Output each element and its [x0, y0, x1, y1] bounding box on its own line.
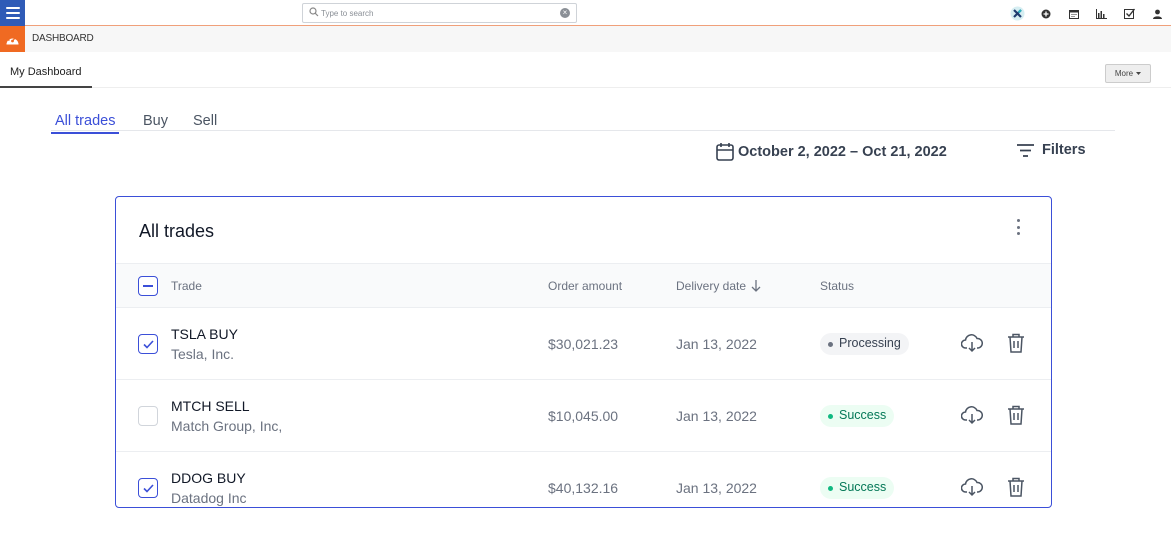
trade-tabs: All trades Buy Sell — [51, 113, 1115, 134]
delivery-date: Jan 13, 2022 — [676, 336, 757, 352]
order-amount: $10,045.00 — [548, 408, 619, 424]
trade-name: MTCH SELL — [171, 398, 250, 414]
filters-label: Filters — [1042, 142, 1086, 158]
tab-all-trades[interactable]: All trades — [51, 113, 120, 134]
order-amount: $30,021.23 — [548, 336, 619, 352]
trade-name: TSLA BUY — [171, 326, 238, 342]
status-badge: Success — [820, 477, 895, 499]
column-delivery-date-label: Delivery date — [676, 279, 747, 293]
tab-sell[interactable]: Sell — [193, 113, 217, 134]
arrow-down-icon — [751, 280, 761, 292]
table-header: Trade Order amount Delivery date Status — [116, 263, 1051, 308]
column-status: Status — [820, 279, 855, 293]
trades-card: All trades Trade Order amount Delivery d… — [115, 196, 1052, 508]
order-amount: $40,132.16 — [548, 480, 619, 496]
download-icon[interactable] — [961, 404, 983, 426]
download-icon[interactable] — [961, 332, 983, 354]
date-range-picker[interactable]: October 2, 2022 – Oct 21, 2022 — [716, 142, 947, 161]
more-label: More — [1114, 69, 1134, 78]
tab-my-dashboard[interactable]: My Dashboard — [0, 52, 92, 88]
card-title: All trades — [139, 221, 215, 241]
column-delivery-date[interactable]: Delivery date — [676, 279, 761, 293]
search-icon — [309, 7, 319, 17]
date-range-label: October 2, 2022 – Oct 21, 2022 — [738, 143, 947, 160]
table-row[interactable]: MTCH SELL Match Group, Inc, $10,045.00 J… — [116, 380, 1051, 452]
column-order-amount: Order amount — [548, 279, 623, 293]
select-all-checkbox[interactable] — [138, 276, 158, 296]
search-box[interactable]: × — [302, 3, 577, 23]
more-button[interactable]: More — [1105, 64, 1151, 83]
more-options-icon[interactable] — [1015, 219, 1021, 235]
table-row[interactable]: DDOG BUY Datadog Inc $40,132.16 Jan 13, … — [116, 452, 1051, 507]
row-checkbox[interactable] — [138, 406, 158, 426]
app-x-icon[interactable] — [1010, 6, 1025, 21]
calendar-icon — [716, 143, 734, 161]
status-badge: Processing — [820, 333, 909, 355]
row-checkbox[interactable] — [138, 334, 158, 354]
delivery-date: Jan 13, 2022 — [676, 480, 757, 496]
trade-name: DDOG BUY — [171, 470, 246, 486]
row-checkbox[interactable] — [138, 478, 158, 498]
status-badge: Success — [820, 405, 895, 427]
download-icon[interactable] — [961, 476, 983, 498]
delete-icon[interactable] — [1005, 404, 1027, 426]
user-icon[interactable] — [1150, 6, 1165, 21]
delivery-date: Jan 13, 2022 — [676, 408, 757, 424]
caret-down-icon — [1136, 72, 1142, 75]
checkbox-icon[interactable] — [1122, 6, 1137, 21]
menu-icon[interactable] — [0, 0, 25, 26]
column-trade: Trade — [171, 279, 202, 293]
company-name: Datadog Inc — [171, 490, 247, 506]
company-name: Match Group, Inc, — [171, 418, 283, 434]
dashboard-tabs: My Dashboard More — [0, 52, 1171, 88]
delete-icon[interactable] — [1005, 476, 1027, 498]
dashboard-header: DASHBOARD — [0, 26, 1171, 52]
company-name: Tesla, Inc. — [171, 346, 235, 362]
search-input[interactable] — [321, 5, 551, 21]
tab-buy[interactable]: Buy — [143, 113, 168, 134]
table-row[interactable]: TSLA BUY Tesla, Inc. $30,021.23 Jan 13, … — [116, 308, 1051, 380]
plus-circle-icon[interactable] — [1038, 6, 1053, 21]
dashboard-label: DASHBOARD — [32, 33, 94, 44]
delete-icon[interactable] — [1005, 332, 1027, 354]
calendar-icon[interactable] — [1066, 6, 1081, 21]
filter-lines-icon — [1017, 143, 1034, 157]
dashboard-gauge-icon[interactable] — [0, 26, 25, 52]
clear-icon[interactable]: × — [560, 8, 570, 18]
filters-button[interactable]: Filters — [1017, 142, 1086, 158]
bar-chart-icon[interactable] — [1094, 6, 1109, 21]
top-bar: × — [0, 0, 1171, 26]
